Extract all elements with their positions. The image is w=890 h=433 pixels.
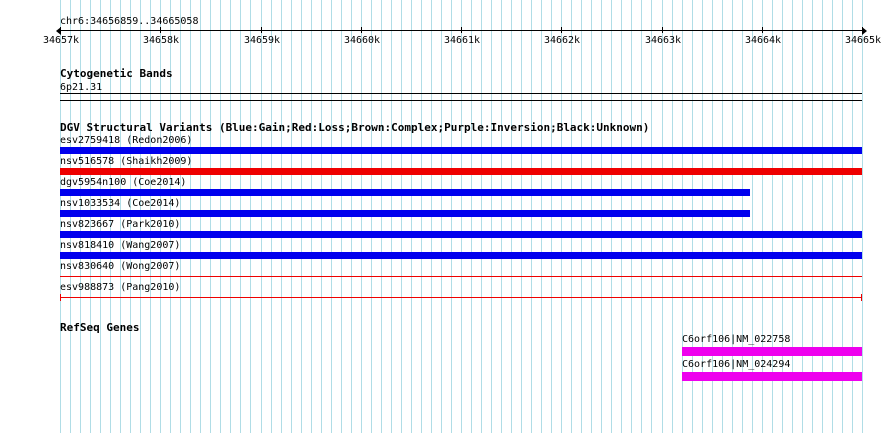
dgv-variant-label[interactable]: nsv823667 (Park2010) xyxy=(60,219,180,230)
dgv-variant-label[interactable]: esv2759418 (Redon2006) xyxy=(60,135,192,146)
dgv-variant-label[interactable]: nsv818410 (Wang2007) xyxy=(60,240,180,251)
dgv-variant-label[interactable]: nsv1033534 (Coe2014) xyxy=(60,198,180,209)
ruler-tick-label: 34661k xyxy=(443,35,481,46)
ruler-tick-label: 34660k xyxy=(343,35,381,46)
dgv-variant-bar[interactable] xyxy=(60,189,750,196)
dgv-title: DGV Structural Variants (Blue:Gain;Red:L… xyxy=(60,121,650,134)
ruler-tick xyxy=(160,27,161,33)
dgv-variant-endcap xyxy=(861,294,862,301)
dgv-variant-label[interactable]: dgv5954n100 (Coe2014) xyxy=(60,177,186,188)
dgv-variant-bar[interactable] xyxy=(60,147,862,154)
ruler-tick-label: 34664k xyxy=(744,35,782,46)
locus-label: chr6:34656859..34665058 xyxy=(60,16,199,27)
ruler-tick-label: 34659k xyxy=(243,35,281,46)
ruler-tick xyxy=(862,27,863,33)
ruler-tick xyxy=(561,27,562,33)
dgv-variant-bar[interactable] xyxy=(60,252,862,259)
cytobands-title: Cytogenetic Bands xyxy=(60,67,173,80)
ruler-tick-label: 34657k xyxy=(42,35,80,46)
dgv-variant-endcap xyxy=(60,294,61,301)
dgv-variant-label[interactable]: nsv516578 (Shaikh2009) xyxy=(60,156,192,167)
dgv-variant-bar[interactable] xyxy=(60,231,862,238)
ruler-tick xyxy=(461,27,462,33)
dgv-variant-line[interactable] xyxy=(60,276,862,277)
dgv-variant-bar[interactable] xyxy=(60,210,750,217)
dgv-variant-bar[interactable] xyxy=(60,168,862,175)
ruler-tick-label: 34662k xyxy=(543,35,581,46)
ruler-tick xyxy=(261,27,262,33)
ruler-tick xyxy=(662,27,663,33)
dgv-variant-label[interactable]: nsv830640 (Wong2007) xyxy=(60,261,180,272)
ruler-tick-label: 34663k xyxy=(644,35,682,46)
refseq-gene-bar[interactable] xyxy=(682,347,862,356)
refseq-gene-label[interactable]: C6orf106|NM_022758 xyxy=(682,334,790,345)
cytoband-bar-bottom xyxy=(60,100,862,101)
cytoband-label[interactable]: 6p21.31 xyxy=(60,82,102,93)
refseq-title: RefSeq Genes xyxy=(60,321,140,334)
refseq-gene-bar[interactable] xyxy=(682,372,862,381)
refseq-gene-label[interactable]: C6orf106|NM_024294 xyxy=(682,359,790,370)
dgv-variant-line[interactable] xyxy=(60,297,862,298)
ruler-tick xyxy=(60,27,61,33)
ruler-tick xyxy=(361,27,362,33)
ruler-tick-label: 34658k xyxy=(142,35,180,46)
dgv-variant-label[interactable]: esv988873 (Pang2010) xyxy=(60,282,180,293)
cytoband-bar-top xyxy=(60,93,862,94)
ruler-tick xyxy=(762,27,763,33)
ruler-tick-label: 34665k xyxy=(844,35,882,46)
